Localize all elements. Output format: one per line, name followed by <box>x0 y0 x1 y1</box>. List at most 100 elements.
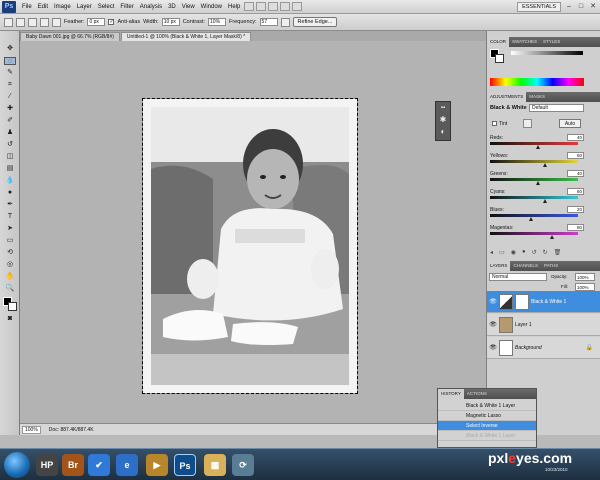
tint-color-swatch[interactable] <box>523 119 532 128</box>
frequency-input[interactable]: 57 <box>259 18 278 26</box>
arrange-documents-icon[interactable] <box>292 2 303 11</box>
slider-value-input[interactable]: 20 <box>567 206 584 213</box>
eyedropper-tool-icon[interactable]: ⁄ <box>4 93 16 101</box>
blur-tool-icon[interactable]: 💧 <box>4 177 16 185</box>
zoom-level-icon[interactable] <box>268 2 279 11</box>
quick-selection-tool-icon[interactable]: ✎ <box>4 69 16 77</box>
brush-tool-icon[interactable]: ✐ <box>4 117 16 125</box>
slider-value-input[interactable]: 80 <box>567 224 584 231</box>
layer-row-layer-1[interactable]: 👁 Layer 1 <box>487 314 600 336</box>
reset-icon[interactable]: ↻ <box>543 249 548 257</box>
tab-actions[interactable]: ACTIONS <box>464 389 490 399</box>
slider-thumb[interactable] <box>542 199 547 203</box>
slider-thumb[interactable] <box>536 145 541 149</box>
slider-track[interactable] <box>490 160 578 167</box>
media-player-icon[interactable]: ▶ <box>146 454 168 476</box>
expand-view-icon[interactable]: ▭ <box>499 249 505 257</box>
hand-tool-icon[interactable]: ✋ <box>4 273 16 281</box>
eraser-tool-icon[interactable]: ◫ <box>4 153 16 161</box>
tab-masks[interactable]: MASKS <box>526 92 548 102</box>
slider-thumb[interactable] <box>529 217 534 221</box>
adjustments-icon[interactable]: ✱ <box>436 114 450 126</box>
hand-tool-icon[interactable] <box>280 2 291 11</box>
tablet-pressure-icon[interactable] <box>280 17 290 27</box>
zoom-field[interactable]: 100% <box>22 425 41 434</box>
subtract-selection-icon[interactable] <box>40 17 49 27</box>
history-item[interactable]: Black & White 1 Layer <box>438 401 536 411</box>
tool-preset-picker[interactable] <box>4 17 13 27</box>
tab-history[interactable]: HISTORY <box>438 389 464 399</box>
new-selection-icon[interactable] <box>16 17 25 27</box>
slider-thumb[interactable] <box>536 181 541 185</box>
slider-value-input[interactable]: 40 <box>567 170 584 177</box>
menu-edit[interactable]: Edit <box>35 4 51 10</box>
lasso-tool-icon[interactable]: ◌ <box>4 57 16 65</box>
slider-track[interactable] <box>490 142 578 149</box>
tab-paths[interactable]: PATHS <box>541 261 561 271</box>
history-item[interactable]: Magnetic Lasso <box>438 411 536 421</box>
tint-checkbox[interactable] <box>492 121 497 126</box>
photoshop-app-icon[interactable]: Ps <box>174 454 196 476</box>
clip-icon[interactable]: ◉ <box>511 249 516 257</box>
quick-mask-icon[interactable]: ◙ <box>4 315 16 323</box>
slider-thumb[interactable] <box>542 163 547 167</box>
menu-image[interactable]: Image <box>51 4 74 10</box>
minimize-icon[interactable]: – <box>564 2 574 12</box>
fill-input[interactable]: 100% <box>575 283 595 291</box>
sync-app-icon[interactable]: ⟳ <box>232 454 254 476</box>
layer-row-background[interactable]: 👁 Background 🔒 <box>487 337 600 359</box>
tab-styles[interactable]: STYLES <box>540 37 563 47</box>
internet-explorer-icon[interactable]: e <box>116 454 138 476</box>
healing-brush-icon[interactable]: ✚ <box>4 105 16 113</box>
slider-value-input[interactable]: 60 <box>567 188 584 195</box>
slider-track[interactable] <box>490 232 578 239</box>
menu-file[interactable]: File <box>19 4 35 10</box>
explorer-folder-icon[interactable]: ▦ <box>204 454 226 476</box>
tab-adjustments[interactable]: ADJUSTMENTS <box>487 92 527 102</box>
back-arrow-icon[interactable]: ◂ <box>490 249 493 257</box>
intersect-selection-icon[interactable] <box>52 17 61 27</box>
menu-filter[interactable]: Filter <box>117 4 136 10</box>
bridge-app-icon[interactable]: Br <box>62 454 84 476</box>
slider-track[interactable] <box>490 178 578 185</box>
slider-value-input[interactable]: 40 <box>567 134 584 141</box>
refine-edge-button[interactable]: Refine Edge... <box>292 17 338 27</box>
contrast-input[interactable]: 10% <box>208 18 227 26</box>
workspace-switcher[interactable]: ESSENTIALS <box>517 1 561 12</box>
start-orb-icon[interactable] <box>4 452 30 478</box>
previous-state-icon[interactable]: ↺ <box>532 249 537 257</box>
maximize-icon[interactable]: □ <box>576 2 586 12</box>
menu-view[interactable]: View <box>179 4 198 10</box>
color-ramp[interactable] <box>490 78 584 86</box>
close-icon[interactable]: ✕ <box>588 2 598 12</box>
menu-layer[interactable]: Layer <box>74 4 95 10</box>
history-brush-icon[interactable]: ↺ <box>4 141 16 149</box>
width-input[interactable]: 10 px <box>161 18 180 26</box>
eye-icon[interactable]: 👁 <box>487 298 499 305</box>
antialias-checkbox[interactable]: ✓ <box>108 19 115 25</box>
menu-3d[interactable]: 3D <box>165 4 179 10</box>
3d-rotate-icon[interactable]: ⟲ <box>4 249 16 257</box>
layer-row-bw[interactable]: 👁 Black & White 1 <box>487 291 600 313</box>
checkmark-app-icon[interactable]: ✔ <box>88 454 110 476</box>
delete-icon[interactable]: 🗑 <box>554 249 562 257</box>
tab-untitled-1[interactable]: Untitled-1 @ 100% (Black & White 1, Laye… <box>120 32 252 41</box>
dodge-tool-icon[interactable]: ● <box>4 189 16 197</box>
slider-track[interactable] <box>490 196 578 203</box>
tab-channels[interactable]: CHANNELS <box>510 261 541 271</box>
history-item-selected[interactable]: Select Inverse <box>438 421 536 431</box>
shape-tool-icon[interactable]: ▭ <box>4 237 16 245</box>
layer-mask-thumbnail[interactable] <box>515 293 529 310</box>
gradient-tool-icon[interactable]: ▤ <box>4 165 16 173</box>
hp-icon[interactable]: HP <box>36 454 58 476</box>
menu-analysis[interactable]: Analysis <box>137 4 165 10</box>
tab-color[interactable]: COLOR <box>487 37 510 47</box>
3d-orbit-icon[interactable]: ◎ <box>4 261 16 269</box>
bridge-icon[interactable] <box>244 2 255 11</box>
feather-input[interactable]: 0 px <box>87 18 106 26</box>
move-tool-icon[interactable]: ✥ <box>4 45 16 53</box>
eye-icon[interactable]: 👁 <box>487 321 499 328</box>
auto-button[interactable]: Auto <box>559 119 581 128</box>
mini-bridge-icon[interactable] <box>256 2 267 11</box>
blend-mode-select[interactable]: Normal <box>489 273 547 281</box>
